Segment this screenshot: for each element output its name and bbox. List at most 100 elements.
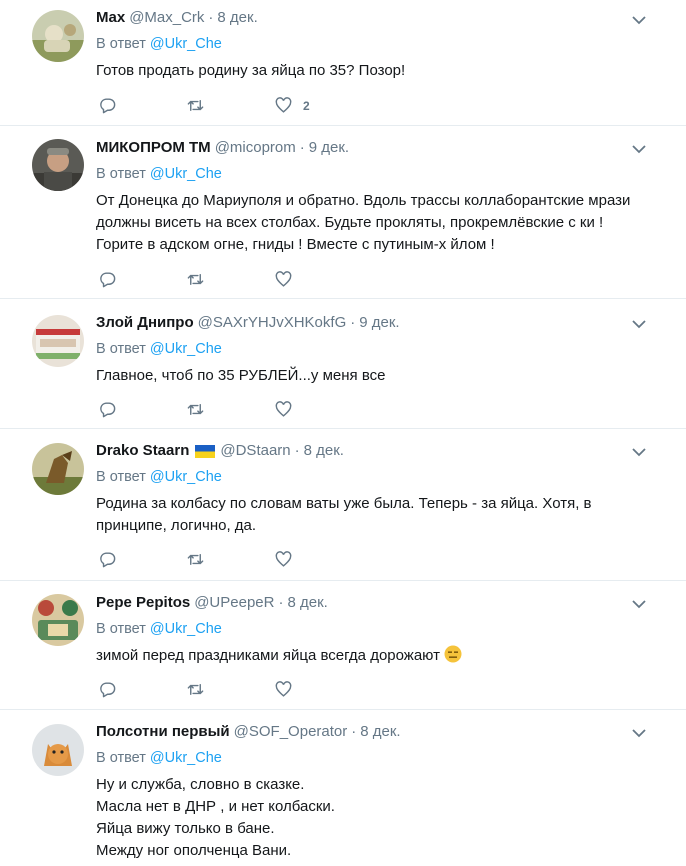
display-name[interactable]: Полсотни первый: [96, 723, 230, 741]
tweet-date[interactable]: 8 дек.: [360, 723, 400, 741]
retweet-button[interactable]: [186, 96, 274, 115]
chevron-down-icon[interactable]: [630, 598, 648, 610]
display-name[interactable]: Drako Staarn: [96, 442, 189, 460]
heart-icon: [275, 271, 292, 287]
retweet-icon: [187, 554, 204, 565]
tweet-text-line: Яйца вижу только в бане.: [96, 820, 275, 837]
tweet-text-line: зимой перед праздниками яйца всегда доро…: [96, 645, 646, 667]
like-count: 2: [303, 98, 310, 113]
reply-context: В ответ @Ukr_Che: [96, 468, 646, 486]
heart-icon: [275, 551, 292, 567]
reply-prefix: В ответ: [96, 166, 146, 182]
retweet-icon: [187, 404, 204, 415]
tweet-text-line: Готов продать родину за яйца по 35? Позо…: [96, 62, 406, 79]
reply-prefix: В ответ: [96, 750, 146, 766]
tweet-text-content: зимой перед праздниками яйца всегда доро…: [96, 647, 440, 664]
replies-feed: Max @Max_Crk · 8 дек. В ответ @Ukr_Che Г…: [0, 0, 686, 866]
tweet[interactable]: МИКОПРОМ ТМ @micoprom · 9 дек. В ответ @…: [0, 126, 686, 299]
tweet-date[interactable]: 8 дек.: [217, 9, 257, 27]
reply-icon: [100, 272, 116, 288]
expressionless-face-emoji: [444, 645, 462, 663]
tweet[interactable]: Полсотни первый @SOF_Operator · 8 дек. В…: [0, 710, 686, 866]
like-button[interactable]: 2: [274, 96, 362, 115]
tweet-text: Главное, чтоб по 35 РУБЛЕЙ...у меня все: [96, 365, 646, 387]
tweet-text-line: принципе, логично, да.: [96, 517, 257, 534]
chevron-down-icon[interactable]: [630, 318, 648, 330]
tweet[interactable]: Злой Днипро @SAXrYHJvXHKokfG · 9 дек. В …: [0, 299, 686, 429]
retweet-button[interactable]: [186, 270, 274, 289]
ukraine-flag-icon: [195, 444, 216, 458]
user-handle[interactable]: @SOF_Operator: [234, 723, 348, 741]
like-button[interactable]: [274, 270, 362, 289]
reply-mention-link[interactable]: @Ukr_Che: [150, 341, 222, 357]
tweet[interactable]: Drako Staarn @DStaarn · 8 дек. В ответ @…: [0, 429, 686, 581]
tweet-text-line: Ну и служба, словно в сказке.: [96, 776, 305, 793]
reply-context: В ответ @Ukr_Che: [96, 165, 646, 183]
chevron-down-icon[interactable]: [630, 14, 648, 26]
retweet-button[interactable]: [186, 400, 274, 419]
display-name[interactable]: Злой Днипро: [96, 314, 194, 332]
separator-dot: ·: [350, 314, 356, 331]
reply-prefix: В ответ: [96, 36, 146, 52]
user-handle[interactable]: @DStaarn: [220, 442, 290, 460]
avatar[interactable]: [32, 443, 84, 495]
like-button[interactable]: [274, 680, 362, 699]
reply-icon: [100, 682, 116, 698]
reply-mention-link[interactable]: @Ukr_Che: [150, 166, 222, 182]
reply-mention-link[interactable]: @Ukr_Che: [150, 469, 222, 485]
reply-icon: [100, 552, 116, 568]
avatar[interactable]: [32, 724, 84, 776]
reply-prefix: В ответ: [96, 469, 146, 485]
tweet-text: зимой перед праздниками яйца всегда доро…: [96, 645, 646, 667]
separator-dot: ·: [278, 594, 284, 611]
separator-dot: ·: [294, 442, 300, 459]
reply-mention-link[interactable]: @Ukr_Che: [150, 621, 222, 637]
avatar[interactable]: [32, 594, 84, 646]
reply-button[interactable]: [98, 270, 186, 289]
retweet-button[interactable]: [186, 680, 274, 699]
chevron-down-icon[interactable]: [630, 143, 648, 155]
reply-context: В ответ @Ukr_Che: [96, 620, 646, 638]
tweet-text: Ну и служба, словно в сказке. Масла нет …: [96, 774, 646, 862]
retweet-icon: [187, 100, 204, 111]
tweet-text-line: От Донецка до Мариуполя и обратно. Вдоль…: [96, 192, 631, 209]
reply-button[interactable]: [98, 680, 186, 699]
tweet-header: Drako Staarn @DStaarn · 8 дек.: [96, 442, 646, 460]
user-handle[interactable]: @micoprom: [215, 139, 296, 157]
tweet[interactable]: Pepe Pepitos @UPeepeR · 8 дек. В ответ @…: [0, 581, 686, 710]
display-name[interactable]: Max: [96, 9, 125, 27]
user-handle[interactable]: @UPeepeR: [194, 594, 274, 612]
user-handle[interactable]: @SAXrYHJvXHKokfG: [198, 314, 347, 332]
tweet-date[interactable]: 9 дек.: [359, 314, 399, 332]
like-button[interactable]: [274, 550, 362, 569]
reply-icon: [100, 98, 116, 114]
reply-context: В ответ @Ukr_Che: [96, 749, 646, 767]
chevron-down-icon[interactable]: [630, 446, 648, 458]
tweet-header: МИКОПРОМ ТМ @micoprom · 9 дек.: [96, 139, 646, 157]
retweet-button[interactable]: [186, 550, 274, 569]
user-handle[interactable]: @Max_Crk: [129, 9, 204, 27]
tweet-date[interactable]: 8 дек.: [304, 442, 344, 460]
display-name[interactable]: МИКОПРОМ ТМ: [96, 139, 211, 157]
heart-icon: [275, 401, 292, 417]
tweet-date[interactable]: 9 дек.: [309, 139, 349, 157]
heart-icon: [275, 681, 292, 697]
display-name[interactable]: Pepe Pepitos: [96, 594, 190, 612]
reply-mention-link[interactable]: @Ukr_Che: [150, 36, 222, 52]
avatar[interactable]: [32, 315, 84, 367]
like-button[interactable]: [274, 400, 362, 419]
avatar[interactable]: [32, 139, 84, 191]
separator-dot: ·: [299, 139, 305, 156]
avatar[interactable]: [32, 10, 84, 62]
reply-button[interactable]: [98, 400, 186, 419]
tweet[interactable]: Max @Max_Crk · 8 дек. В ответ @Ukr_Che Г…: [0, 0, 686, 126]
chevron-down-icon[interactable]: [630, 727, 648, 739]
tweet-text-line: Родина за колбасу по словам ваты уже был…: [96, 495, 592, 512]
reply-context: В ответ @Ukr_Che: [96, 340, 646, 358]
reply-mention-link[interactable]: @Ukr_Che: [150, 750, 222, 766]
tweet-text: От Донецка до Мариуполя и обратно. Вдоль…: [96, 190, 646, 256]
tweet-date[interactable]: 8 дек.: [287, 594, 327, 612]
separator-dot: ·: [208, 9, 214, 26]
reply-button[interactable]: [98, 550, 186, 569]
reply-button[interactable]: [98, 96, 186, 115]
